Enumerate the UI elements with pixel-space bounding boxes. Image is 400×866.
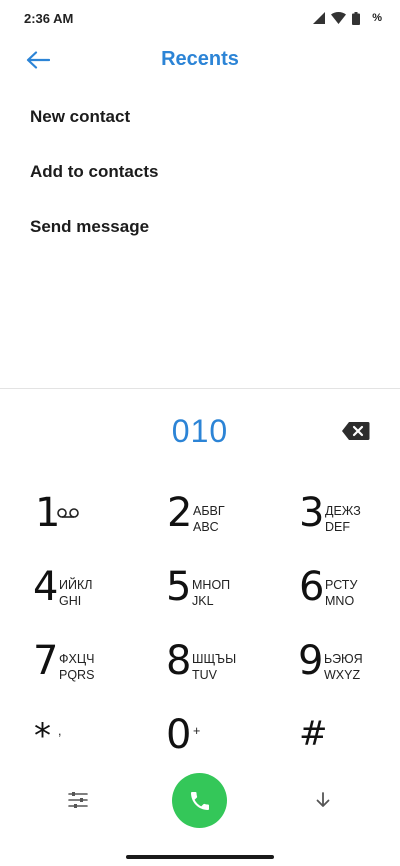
- key-star[interactable]: * ,: [34, 715, 144, 775]
- key-digit: 6: [299, 564, 325, 610]
- key-digit: 2: [167, 490, 193, 536]
- key-digit: 3: [299, 490, 325, 536]
- key-letters: +: [193, 723, 200, 739]
- key-letters: ФХЦЧ PQRS: [59, 651, 94, 683]
- key-letters-cyrillic: РСТУ: [325, 578, 358, 592]
- key-letters-cyrillic: ИЙКЛ: [59, 578, 93, 592]
- key-digit: 8: [166, 638, 192, 684]
- send-message-option[interactable]: Send message: [30, 217, 149, 237]
- battery-percent: %: [372, 12, 382, 24]
- key-digit: 7: [33, 638, 59, 684]
- key-letters-cyrillic: ШЩЪЫ: [192, 652, 237, 666]
- key-3[interactable]: 3 ДЕЖЗ DEF: [299, 493, 400, 553]
- key-letters: АБВГ ABC: [193, 503, 225, 535]
- key-digit: 9: [298, 638, 324, 684]
- key-hash[interactable]: #: [299, 715, 400, 775]
- status-bar: 2:36 AM %: [0, 0, 400, 36]
- new-contact-option[interactable]: New contact: [30, 107, 130, 127]
- key-digit: 4: [33, 564, 59, 610]
- add-to-contacts-option[interactable]: Add to contacts: [30, 162, 158, 182]
- status-time: 2:36 AM: [24, 11, 74, 26]
- key-letters-secondary: ,: [58, 724, 62, 738]
- tune-icon[interactable]: [66, 788, 90, 812]
- voicemail-icon: [57, 508, 79, 518]
- key-letters-latin: WXYZ: [324, 668, 361, 682]
- dialed-number[interactable]: 010: [0, 413, 400, 450]
- key-letters-secondary: +: [193, 724, 201, 738]
- key-letters-latin: GHI: [59, 594, 82, 608]
- signal-icon: [313, 12, 326, 24]
- key-digit: #: [299, 714, 328, 754]
- key-digit: 5: [166, 564, 192, 610]
- key-letters: ,: [58, 723, 61, 739]
- phone-icon: [190, 791, 209, 810]
- key-digit: *: [34, 716, 51, 756]
- key-letters-cyrillic: ДЕЖЗ: [325, 504, 361, 518]
- key-4[interactable]: 4 ИЙКЛ GHI: [33, 567, 143, 627]
- key-letters-cyrillic: ФХЦЧ: [59, 652, 95, 666]
- key-letters-cyrillic: АБВГ: [193, 504, 225, 518]
- dialer-actions: [0, 770, 400, 830]
- key-letters-latin: DEF: [325, 520, 350, 534]
- wifi-icon: [331, 12, 347, 24]
- key-letters: ЬЭЮЯ WXYZ: [324, 651, 363, 683]
- key-letters: ШЩЪЫ TUV: [192, 651, 236, 683]
- key-0[interactable]: 0 +: [166, 715, 276, 775]
- key-letters-latin: PQRS: [59, 668, 95, 682]
- key-letters: МНОП JKL: [192, 577, 230, 609]
- key-6[interactable]: 6 РСТУ MNO: [299, 567, 400, 627]
- key-letters-latin: JKL: [192, 594, 214, 608]
- top-app-bar: Recents: [0, 36, 400, 86]
- key-digit: 0: [166, 712, 192, 758]
- call-button[interactable]: [172, 773, 227, 828]
- backspace-icon[interactable]: [341, 420, 371, 442]
- divider: [0, 388, 400, 389]
- arrow-down-icon[interactable]: [311, 788, 335, 812]
- key-2[interactable]: 2 АБВГ ABC: [167, 493, 277, 553]
- status-icons: %: [313, 10, 382, 26]
- key-letters-cyrillic: МНОП: [192, 578, 231, 592]
- key-letters-cyrillic: ЬЭЮЯ: [324, 652, 363, 666]
- key-letters: РСТУ MNO: [325, 577, 357, 609]
- key-letters-latin: ABC: [193, 520, 219, 534]
- key-9[interactable]: 9 ЬЭЮЯ WXYZ: [298, 641, 400, 701]
- gesture-nav-handle[interactable]: [126, 855, 274, 859]
- key-letters-latin: TUV: [192, 668, 217, 682]
- key-letters: ИЙКЛ GHI: [59, 577, 92, 609]
- key-7[interactable]: 7 ФХЦЧ PQRS: [33, 641, 143, 701]
- battery-icon: [352, 11, 361, 25]
- key-1[interactable]: 1: [35, 493, 145, 553]
- key-letters: ДЕЖЗ DEF: [325, 503, 361, 535]
- key-5[interactable]: 5 МНОП JKL: [166, 567, 276, 627]
- key-8[interactable]: 8 ШЩЪЫ TUV: [166, 641, 276, 701]
- key-letters-latin: MNO: [325, 594, 355, 608]
- page-title: Recents: [161, 48, 239, 70]
